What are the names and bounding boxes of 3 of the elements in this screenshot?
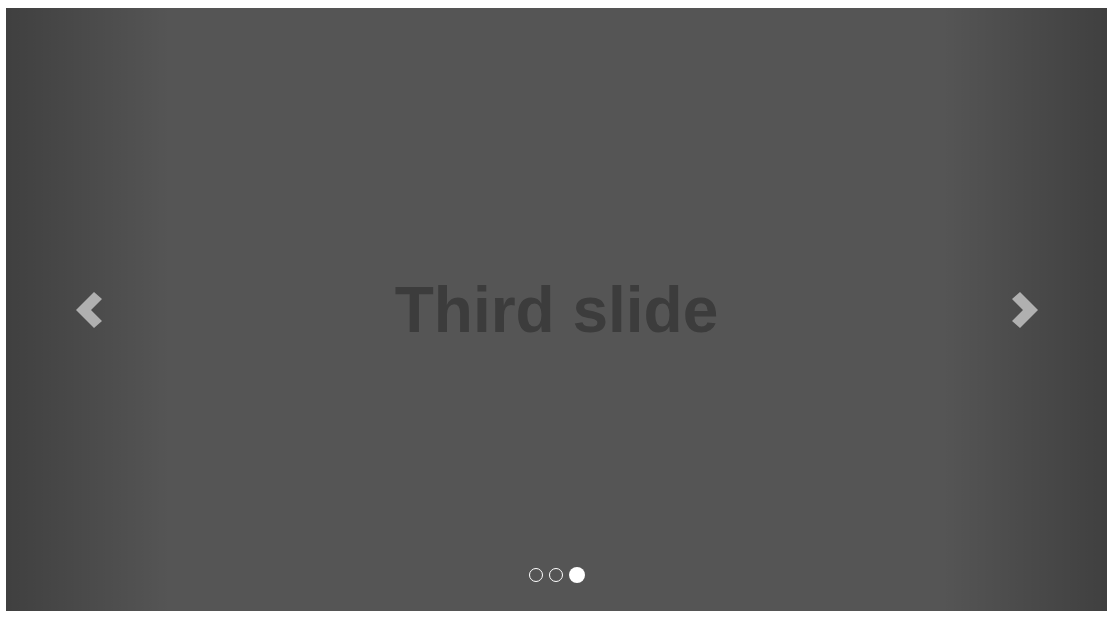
chevron-left-icon [75,291,102,328]
chevron-right-icon [1011,291,1038,328]
slide-indicator[interactable] [568,567,585,583]
